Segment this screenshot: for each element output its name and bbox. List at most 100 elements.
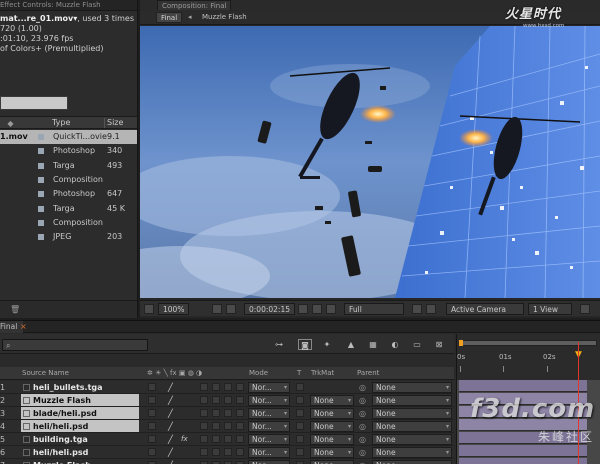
layer-label-swatch[interactable]	[23, 397, 30, 404]
layer-name[interactable]: heli/heli.psd	[21, 446, 139, 458]
label-color-swatch[interactable]	[38, 176, 44, 183]
blend-mode-select[interactable]: Nor...	[248, 395, 290, 406]
layer-name[interactable]: heli_bullets.tga	[21, 381, 139, 393]
preserve-transparency-switch[interactable]	[296, 409, 304, 417]
zoom-select[interactable]: 100%	[158, 303, 190, 315]
project-item[interactable]: Composition	[0, 216, 137, 230]
preserve-transparency-switch[interactable]	[296, 383, 304, 391]
layer-label-swatch[interactable]	[23, 436, 30, 443]
view-layout-select[interactable]: 1 View	[528, 303, 572, 315]
frame-blend-switch[interactable]	[200, 435, 208, 443]
layer-row[interactable]: 5 building.tga ╱ fx Nor... None ◎ None	[0, 433, 454, 446]
layer-label-swatch[interactable]	[23, 410, 30, 417]
preserve-transparency-switch[interactable]	[296, 422, 304, 430]
breadcrumb-muzzle-flash[interactable]: Muzzle Flash	[202, 12, 247, 23]
work-area-start-handle[interactable]	[459, 340, 463, 346]
work-area-bar[interactable]	[459, 340, 597, 346]
parent-header[interactable]: Parent	[357, 367, 379, 379]
layer-duration-bar[interactable]	[459, 445, 587, 457]
source-name-header[interactable]: Source Name	[22, 367, 69, 379]
label-color-swatch[interactable]	[38, 205, 44, 212]
hide-shy-layers-icon[interactable]: ▲	[344, 339, 358, 350]
adjustment-switch[interactable]	[224, 409, 232, 417]
track-matte-select[interactable]: None	[310, 434, 354, 445]
comp-mini-flowchart-icon[interactable]: ⊶	[272, 339, 286, 350]
quality-switch-icon[interactable]: ╱	[168, 394, 173, 407]
parent-select[interactable]: None	[372, 408, 452, 419]
adjustment-switch[interactable]	[224, 396, 232, 404]
parent-select[interactable]: None	[372, 434, 452, 445]
composition-viewer[interactable]	[140, 26, 600, 298]
label-column-icon[interactable]: ◆	[6, 119, 15, 128]
project-item[interactable]: Photoshop 340	[0, 144, 137, 158]
quality-switch-icon[interactable]: ╱	[168, 407, 173, 420]
pick-whip-icon[interactable]: ◎	[359, 420, 366, 433]
layer-row[interactable]: 6 heli/heli.psd ╱ Nor... None ◎ None	[0, 446, 454, 459]
layer-row[interactable]: 2 Muzzle Flash ╱ Nor... None ◎ None	[0, 394, 454, 407]
brainstorm-icon[interactable]: ▭	[410, 339, 424, 350]
layer-name[interactable]: Muzzle Flash	[21, 394, 139, 406]
3d-layer-switch[interactable]	[236, 396, 244, 404]
adjustment-switch[interactable]	[224, 435, 232, 443]
blend-mode-select[interactable]: Nor...	[248, 408, 290, 419]
always-preview-icon[interactable]	[144, 304, 154, 314]
preserve-transparency-switch[interactable]	[296, 435, 304, 443]
t-header[interactable]: T	[297, 367, 301, 379]
project-item[interactable]: Targa 45 K	[0, 202, 137, 216]
layer-search-input[interactable]: ⌕	[2, 339, 148, 351]
current-time-indicator-icon[interactable]: ▼	[575, 350, 585, 360]
motion-blur-icon[interactable]: ◐	[388, 339, 402, 350]
trkmat-header[interactable]: TrkMat	[311, 367, 334, 379]
safe-margins-icon[interactable]	[212, 304, 222, 314]
layer-row[interactable]: 7 Muzzle Flash ╱ Nor... None ◎ None	[0, 459, 454, 464]
layer-name[interactable]: building.tga	[21, 433, 139, 445]
frame-blend-switch[interactable]	[200, 383, 208, 391]
3d-layer-switch[interactable]	[236, 435, 244, 443]
type-column-header[interactable]: Type	[52, 118, 70, 127]
camera-select[interactable]: Active Camera	[446, 303, 524, 315]
close-tab-icon[interactable]: ×	[20, 321, 27, 333]
transparency-grid-icon[interactable]	[426, 304, 436, 314]
live-update-icon[interactable]: ◙	[298, 339, 312, 350]
layer-name[interactable]: Muzzle Flash	[21, 459, 139, 464]
frame-blend-switch[interactable]	[200, 409, 208, 417]
quality-switch-icon[interactable]: ╱	[168, 446, 173, 459]
footage-name[interactable]: mat...re_01.mov▾	[0, 14, 77, 23]
frame-blend-switch[interactable]	[200, 448, 208, 456]
label-color-swatch[interactable]	[38, 219, 44, 226]
track-matte-select[interactable]: None	[310, 408, 354, 419]
3d-layer-switch[interactable]	[236, 422, 244, 430]
snapshot-icon[interactable]	[298, 304, 308, 314]
project-item[interactable]: Composition	[0, 173, 137, 187]
pick-whip-icon[interactable]: ◎	[359, 381, 366, 394]
motion-blur-switch[interactable]	[212, 435, 220, 443]
layer-name[interactable]: heli/heli.psd	[21, 420, 139, 432]
layer-duration-bar[interactable]	[459, 458, 587, 464]
track-matte-select[interactable]: None	[310, 447, 354, 458]
graph-editor-icon[interactable]: ⊠	[432, 339, 446, 350]
layer-label-swatch[interactable]	[23, 384, 30, 391]
pick-whip-icon[interactable]: ◎	[359, 407, 366, 420]
adjustment-switch[interactable]	[224, 422, 232, 430]
layer-duration-bar[interactable]	[459, 380, 587, 392]
breadcrumb-final[interactable]: Final	[156, 12, 183, 23]
toggle-pixel-aspect-icon[interactable]	[580, 304, 590, 314]
blend-mode-select[interactable]: Nor...	[248, 434, 290, 445]
layer-name[interactable]: blade/heli.psd	[21, 407, 139, 419]
label-color-swatch[interactable]	[38, 148, 44, 155]
motion-blur-switch[interactable]	[212, 409, 220, 417]
3d-layer-switch[interactable]	[236, 409, 244, 417]
preserve-transparency-switch[interactable]	[296, 396, 304, 404]
blend-mode-select[interactable]: Nor...	[248, 460, 290, 464]
layer-row[interactable]: 4 heli/heli.psd ╱ Nor... None ◎ None	[0, 420, 454, 433]
effect-controls-tab[interactable]: Effect Controls: Muzzle Flash	[0, 0, 101, 11]
quality-switch-icon[interactable]: ╱	[168, 420, 173, 433]
pick-whip-icon[interactable]: ◎	[359, 433, 366, 446]
frame-blending-icon[interactable]: ▦	[366, 339, 380, 350]
project-item[interactable]: 1.mov QuickTi...ovie 9.1	[0, 130, 137, 144]
project-item[interactable]: Targa 493	[0, 159, 137, 173]
project-item[interactable]: JPEG 203	[0, 230, 137, 244]
parent-select[interactable]: None	[372, 395, 452, 406]
shy-switch[interactable]	[148, 383, 156, 391]
shy-switch[interactable]	[148, 409, 156, 417]
